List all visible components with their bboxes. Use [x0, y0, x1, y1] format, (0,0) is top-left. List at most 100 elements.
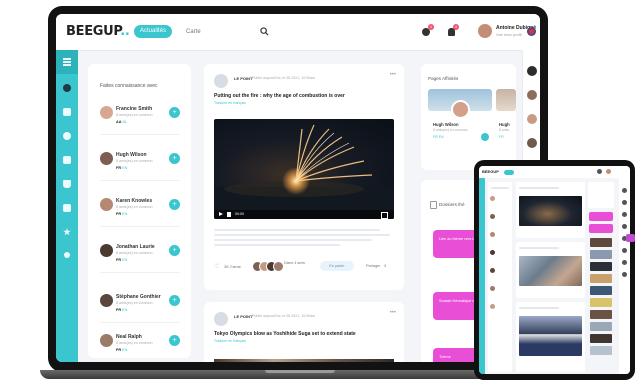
pages-card: Pages Affinités Hugh Wilson 8 amis(es) e…: [421, 64, 516, 170]
add-friend-icon[interactable]: +: [169, 245, 180, 256]
translate-link[interactable]: Traduire en français: [214, 339, 246, 343]
discuss-button[interactable]: En parler: [320, 261, 354, 271]
page-cover-image[interactable]: [496, 89, 516, 111]
list-item[interactable]: Neal Ralph 8 amis(es) en commun FR EN +: [96, 332, 184, 362]
avatar[interactable]: [100, 152, 113, 165]
fullscreen-icon[interactable]: [381, 212, 388, 219]
tablet-screen: BEEGUP: [479, 166, 630, 374]
tablet-theme-button[interactable]: [589, 212, 613, 221]
tablet-side-tab[interactable]: [626, 234, 635, 242]
dot-icon[interactable]: [64, 252, 70, 258]
avatar[interactable]: [451, 100, 470, 119]
person-name[interactable]: Stéphane Gonthier: [116, 294, 161, 300]
person-name[interactable]: Neal Ralph: [116, 334, 142, 340]
sidebar-item-menu[interactable]: [56, 50, 78, 74]
tablet-thumb[interactable]: [590, 238, 612, 247]
avatar[interactable]: [478, 24, 492, 38]
search-icon[interactable]: [260, 27, 269, 36]
commenters-label[interactable]: Diane 4 amis: [284, 261, 306, 265]
avatar[interactable]: [527, 66, 537, 76]
avatar[interactable]: [100, 294, 113, 307]
tab-actualites[interactable]: Actualités: [134, 25, 172, 38]
avatar[interactable]: [100, 106, 113, 119]
person-name[interactable]: Hugh Wilson: [116, 152, 147, 158]
user-profile-link[interactable]: Voir mon profil: [496, 32, 522, 37]
page-name[interactable]: Hugh: [499, 122, 510, 127]
laptop-screen: BEEGUP.. Actualités Carte 1 4 Antoine Du…: [56, 14, 540, 362]
person-name[interactable]: Karen Knowles: [116, 198, 152, 204]
post-image[interactable]: [214, 359, 394, 362]
language-tags: FR EN: [116, 348, 128, 352]
list-item[interactable]: Francine Smith 8 amis(es) en commun AA N…: [96, 104, 184, 140]
avatar[interactable]: [606, 169, 611, 174]
menu-icon[interactable]: [63, 58, 71, 60]
bag-icon[interactable]: [63, 180, 71, 188]
tablet-thumb[interactable]: [590, 322, 612, 331]
avatar[interactable]: [100, 334, 113, 347]
list-icon[interactable]: [63, 204, 71, 212]
globe-icon[interactable]: [63, 84, 71, 92]
likes-count[interactable]: 36 J'aime: [224, 264, 241, 269]
share-button[interactable]: Partager: [366, 264, 381, 268]
tablet-thumb[interactable]: [590, 310, 612, 319]
tablet-thumb[interactable]: [590, 334, 612, 343]
tablet-thumb[interactable]: [590, 286, 612, 295]
tablet-thumb[interactable]: [590, 298, 612, 307]
tablet-theme-button[interactable]: [589, 224, 613, 233]
more-options-icon[interactable]: •••: [390, 310, 396, 316]
source-avatar[interactable]: [214, 312, 228, 326]
add-page-icon[interactable]: [481, 133, 489, 141]
laptop-frame: BEEGUP.. Actualités Carte 1 4 Antoine Du…: [48, 6, 548, 372]
avatar[interactable]: [100, 198, 113, 211]
grid-icon[interactable]: [63, 156, 71, 164]
tablet-logo[interactable]: BEEGUP: [482, 169, 499, 174]
list-item[interactable]: Stéphane Gonthier 8 amis(es) en commun F…: [96, 292, 184, 328]
avatar[interactable]: [527, 114, 537, 124]
tablet-tab-active[interactable]: [504, 169, 514, 175]
tablet-thumb[interactable]: [590, 262, 612, 271]
volume-icon[interactable]: [227, 212, 231, 217]
news-icon[interactable]: [63, 108, 71, 116]
page-name[interactable]: Hugh Wilson: [433, 122, 459, 127]
tablet-image[interactable]: [519, 256, 582, 286]
avatar[interactable]: [527, 90, 537, 100]
chat-icon[interactable]: [597, 169, 602, 174]
translate-link[interactable]: Traduire en français: [214, 101, 246, 105]
post-source[interactable]: LE POINT: [234, 76, 252, 81]
language-flag-icon[interactable]: [527, 27, 536, 36]
play-icon[interactable]: [219, 212, 223, 216]
source-avatar[interactable]: [214, 74, 228, 88]
page-tags: FR EN: [433, 135, 444, 139]
tablet-sidebar: [479, 178, 485, 374]
mutual-friends: 8 amis(es) en commun: [116, 159, 153, 163]
post-description: [214, 226, 394, 248]
video-player[interactable]: 00:00: [214, 119, 394, 219]
avatar[interactable]: [100, 244, 113, 257]
add-friend-icon[interactable]: +: [169, 153, 180, 164]
post-source[interactable]: LE POINT: [234, 314, 252, 319]
app-logo[interactable]: BEEGUP..: [66, 24, 130, 39]
tab-carte[interactable]: Carte: [186, 29, 201, 35]
tablet-video[interactable]: [519, 196, 582, 226]
add-friend-icon[interactable]: +: [169, 107, 180, 118]
tablet-thumb[interactable]: [590, 250, 612, 259]
list-item[interactable]: Karen Knowles 8 amis(es) en commun FR EN…: [96, 196, 184, 232]
avatar[interactable]: [527, 138, 537, 148]
suggestions-title: Faites connaissance avec: [100, 83, 158, 89]
gear-icon[interactable]: [63, 132, 71, 140]
heart-icon[interactable]: ♡: [214, 263, 219, 270]
tablet-thumb[interactable]: [590, 346, 612, 355]
language-tags: FR EN: [116, 212, 128, 216]
more-options-icon[interactable]: •••: [390, 72, 396, 78]
tablet-thumb[interactable]: [590, 274, 612, 283]
list-item[interactable]: Hugh Wilson 8 amis(es) en commun FR EN +: [96, 150, 184, 186]
add-friend-icon[interactable]: +: [169, 295, 180, 306]
list-item[interactable]: Jonathan Laurie 8 amis(es) en commun FR …: [96, 242, 184, 278]
post-title[interactable]: Putting out the fire : why the age of co…: [214, 93, 345, 99]
add-friend-icon[interactable]: +: [169, 199, 180, 210]
person-name[interactable]: Jonathan Laurie: [116, 244, 155, 250]
add-friend-icon[interactable]: +: [169, 335, 180, 346]
tablet-image[interactable]: [519, 316, 582, 356]
person-name[interactable]: Francine Smith: [116, 106, 152, 112]
post-title[interactable]: Tokyo Olympics blow as Yoshihide Suga se…: [214, 331, 356, 337]
